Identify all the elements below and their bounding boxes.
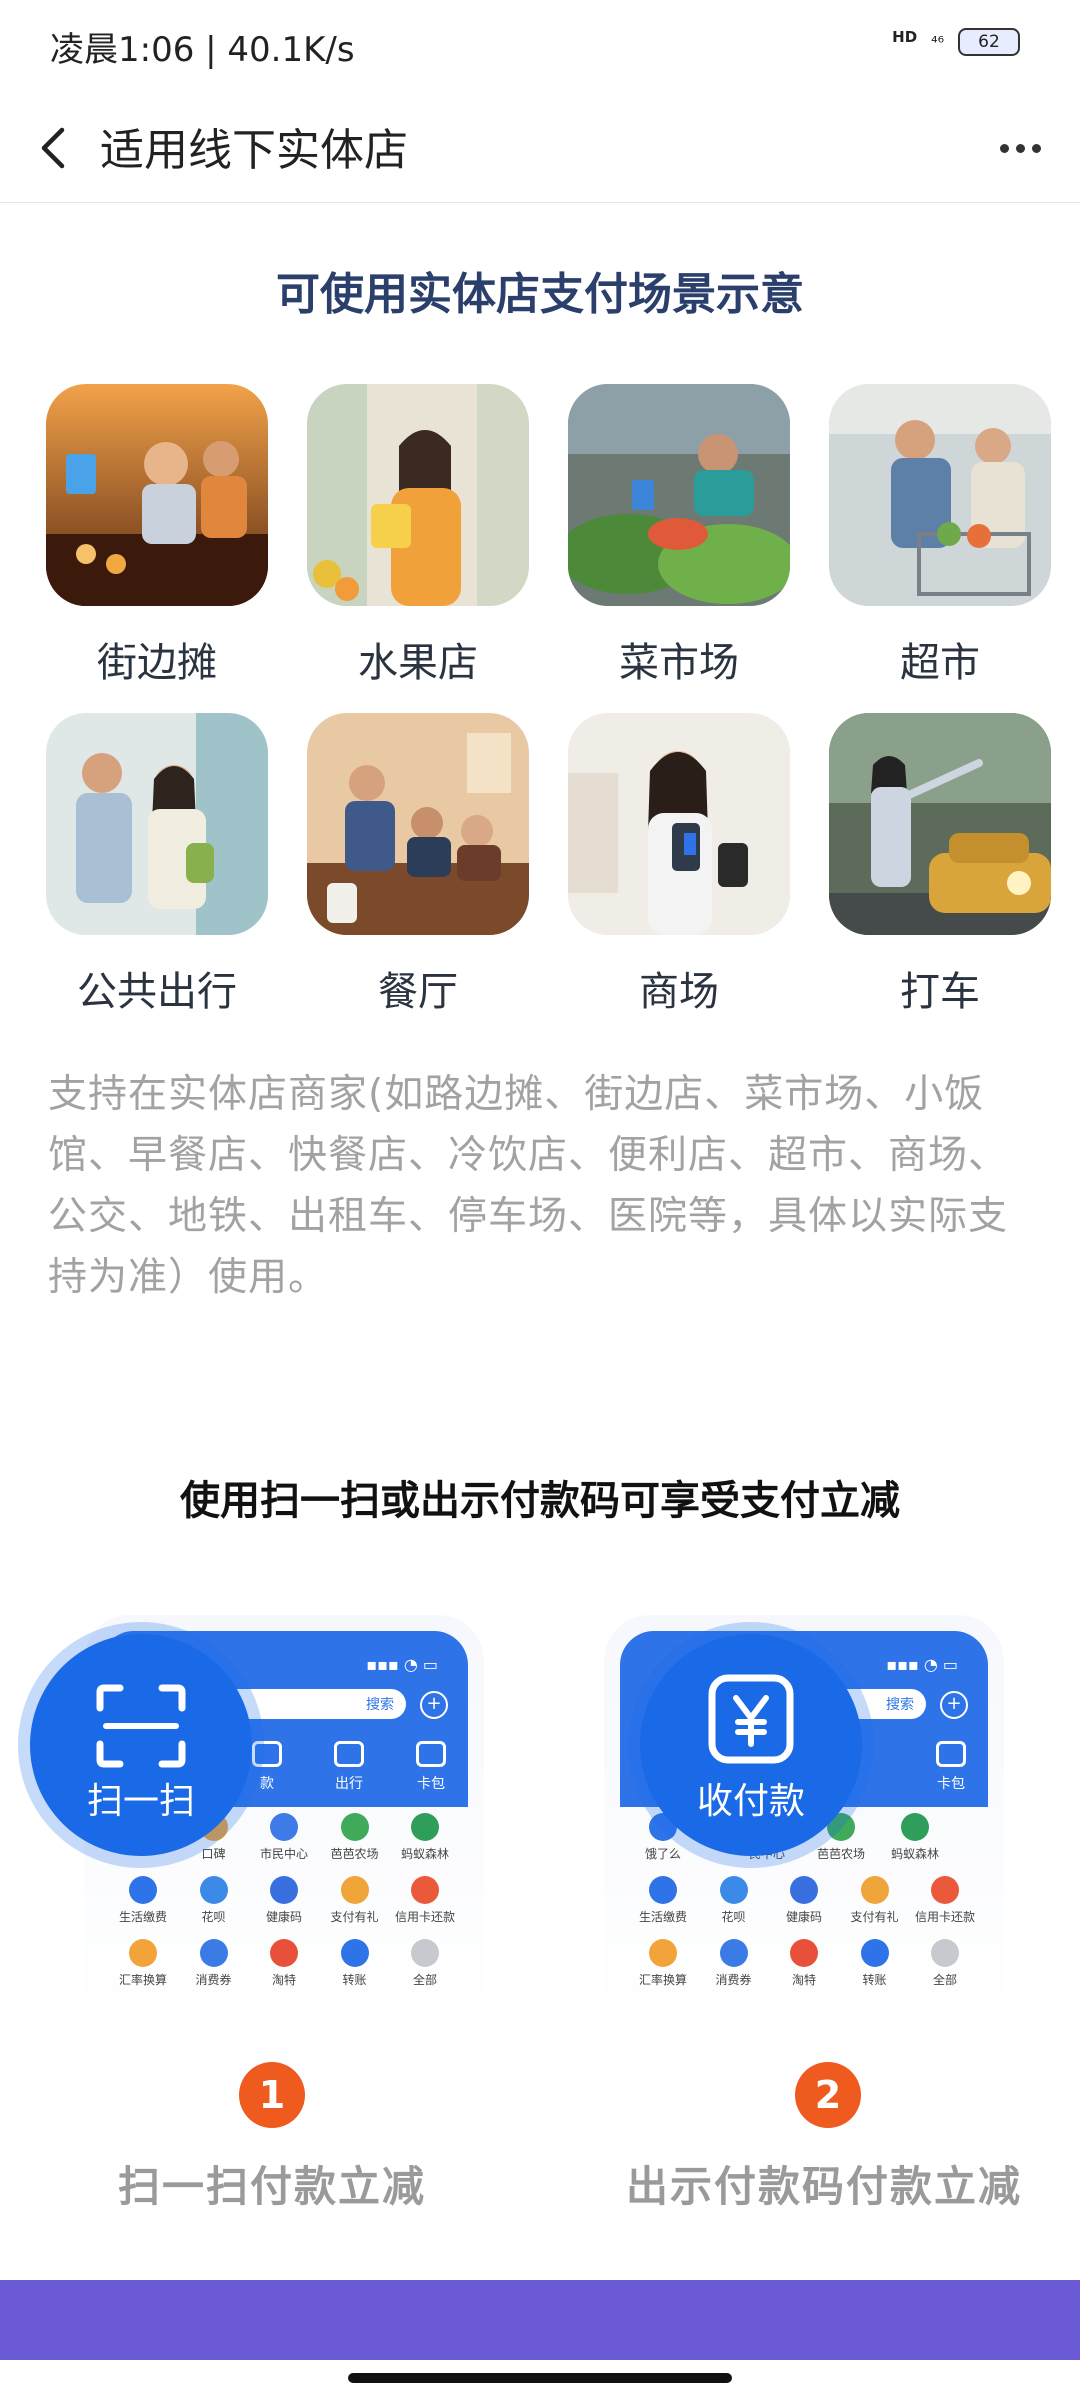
step-number-2: 2 xyxy=(795,2062,861,2128)
scan-badge[interactable]: 扫一扫 xyxy=(30,1634,252,1856)
taote-icon xyxy=(270,1939,298,1967)
signal-icon: ⁴⁶ xyxy=(931,32,944,52)
scene-label: 菜市场 xyxy=(619,640,739,686)
taxi-image xyxy=(829,713,1051,935)
more-dot-icon xyxy=(1015,143,1025,153)
travel-icon xyxy=(334,1741,364,1767)
more-dot-icon xyxy=(999,143,1009,153)
scan-icon xyxy=(96,1684,186,1768)
gift-icon xyxy=(340,1876,369,1904)
gift-icon xyxy=(860,1876,889,1904)
phone-top-icon: 卡包 xyxy=(416,1741,446,1793)
scene-vegetable-market[interactable]: 菜市场 xyxy=(568,384,790,688)
phone-search-label: 搜索 xyxy=(366,1697,394,1713)
step-number-1: 1 xyxy=(239,2062,305,2128)
step-label-1: 扫一扫付款立减 xyxy=(118,2162,427,2211)
grid-icon xyxy=(252,1741,282,1767)
public-transit-image xyxy=(46,713,268,935)
yen-icon xyxy=(708,1674,794,1764)
all-apps-icon xyxy=(411,1939,439,1967)
more-dot-icon xyxy=(1031,143,1041,153)
health-code-icon xyxy=(790,1876,818,1904)
forest-icon xyxy=(411,1813,439,1841)
network-hd-icon: HD xyxy=(892,28,918,46)
battery-icon: 62 xyxy=(958,28,1020,56)
credit-card-icon xyxy=(411,1876,439,1904)
card-wallet-icon xyxy=(416,1741,446,1767)
scene-label: 打车 xyxy=(900,969,980,1015)
plus-icon: + xyxy=(420,1691,448,1719)
status-bar: 凌晨1:06 | 40.1K/s HD ⁴⁶ 62 xyxy=(0,0,1080,92)
phone-status-icons: ▪▪▪ ◔ ▭ xyxy=(886,1655,958,1674)
phone-top-icon: 卡包 xyxy=(936,1741,966,1793)
step-label-2: 出示付款码付款立减 xyxy=(626,2162,1023,2211)
forest-icon xyxy=(901,1813,929,1841)
all-apps-icon xyxy=(931,1939,959,1967)
pay-code-badge[interactable]: 收付款 xyxy=(640,1634,862,1856)
scene-public-transit[interactable]: 公共出行 xyxy=(46,713,268,1017)
scene-label: 公共出行 xyxy=(77,969,237,1015)
farm-icon xyxy=(340,1813,369,1841)
huabei-icon xyxy=(199,1876,228,1904)
scene-restaurant[interactable]: 餐厅 xyxy=(307,713,529,1017)
credit-card-icon xyxy=(931,1876,959,1904)
more-options-button[interactable] xyxy=(990,120,1050,176)
taote-icon xyxy=(790,1939,818,1967)
page-title: 适用线下实体店 xyxy=(100,125,408,176)
street-stall-image xyxy=(46,384,268,606)
scene-label: 餐厅 xyxy=(378,969,458,1015)
bottom-banner xyxy=(0,2280,1080,2360)
scene-mall[interactable]: 商场 xyxy=(568,713,790,1017)
scene-street-stall[interactable]: 街边摊 xyxy=(46,384,268,688)
card-wallet-icon xyxy=(936,1741,966,1767)
scene-taxi[interactable]: 打车 xyxy=(829,713,1051,1017)
pay-code-badge-label: 收付款 xyxy=(696,1781,805,1822)
health-code-icon xyxy=(270,1876,298,1904)
mall-image xyxy=(568,713,790,935)
transfer-icon xyxy=(860,1939,889,1967)
transfer-icon xyxy=(340,1939,369,1967)
scene-fruit-shop[interactable]: 水果店 xyxy=(307,384,529,688)
restaurant-image xyxy=(307,713,529,935)
battery-level: 62 xyxy=(978,32,1000,52)
fruit-shop-image xyxy=(307,384,529,606)
phone-search-label: 搜索 xyxy=(886,1697,914,1713)
supported-stores-description: 支持在实体店商家(如路边摊、街边店、菜市场、小饭馆、早餐店、快餐店、冷饮店、便利… xyxy=(48,1072,1009,1300)
nav-bar: 适用线下实体店 xyxy=(0,92,1080,203)
scenes-section-title: 可使用实体店支付场景示意 xyxy=(276,269,804,320)
scan-badge-label: 扫一扫 xyxy=(86,1781,195,1822)
phone-status-icons: ▪▪▪ ◔ ▭ xyxy=(366,1655,438,1674)
coupon-icon xyxy=(719,1939,748,1967)
exchange-icon xyxy=(129,1939,157,1967)
coupon-icon xyxy=(199,1939,228,1967)
citizen-center-icon xyxy=(270,1813,298,1841)
scene-label: 街边摊 xyxy=(97,640,217,686)
scene-supermarket[interactable]: 超市 xyxy=(829,384,1051,688)
supermarket-image xyxy=(829,384,1051,606)
phone-top-icon: 款 xyxy=(252,1741,282,1793)
back-button[interactable] xyxy=(30,120,80,176)
vegetable-market-image xyxy=(568,384,790,606)
home-indicator[interactable] xyxy=(348,2373,732,2383)
scene-label: 超市 xyxy=(900,640,980,686)
discount-section-title: 使用扫一扫或出示付款码可享受支付立减 xyxy=(180,1478,900,1524)
plus-icon: + xyxy=(940,1691,968,1719)
utilities-icon xyxy=(649,1876,677,1904)
back-arrow-icon xyxy=(41,127,65,169)
utilities-icon xyxy=(129,1876,157,1904)
phone-top-icon: 出行 xyxy=(334,1741,364,1793)
status-time: 凌晨1:06 | 40.1K/s xyxy=(50,30,355,70)
exchange-icon xyxy=(649,1939,677,1967)
huabei-icon xyxy=(719,1876,748,1904)
scene-label: 商场 xyxy=(639,969,719,1015)
scene-label: 水果店 xyxy=(358,640,478,686)
